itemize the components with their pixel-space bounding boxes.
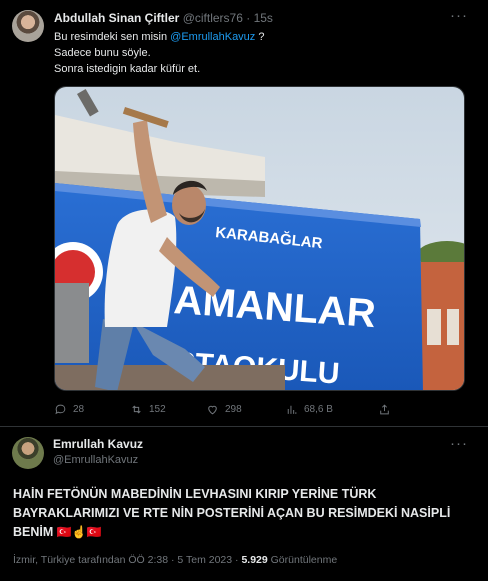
tweet-text: HAİN FETÖNÜN MABEDİNİN LEVHASINI KIRIP Y… bbox=[13, 485, 477, 542]
retweet-button[interactable]: 152 bbox=[130, 400, 166, 418]
retweet-count: 152 bbox=[149, 403, 166, 415]
views-label: Görüntülenme bbox=[270, 554, 338, 566]
photo-illustration: KARABAĞLAR AMANLAR RTAOKULU bbox=[55, 87, 464, 390]
views-count: 5.929 bbox=[241, 554, 268, 566]
tweet-line-1: Bu resimdeki sen misin @EmrullahKavuz ? bbox=[54, 29, 434, 45]
reply-button[interactable]: 28 bbox=[54, 400, 84, 418]
quoted-tweet[interactable]: Abdullah Sinan Çiftler @ciftlers76 · 15s… bbox=[0, 0, 488, 426]
tweet-line-2: Sadece bunu söyle. bbox=[54, 47, 151, 59]
meta-separator: · bbox=[235, 554, 239, 566]
heart-icon bbox=[208, 405, 217, 414]
text-prefix: Bu resimdeki sen misin bbox=[54, 31, 171, 43]
tweet-text: Bu resimdeki sen misin @EmrullahKavuz ? … bbox=[54, 29, 434, 77]
meta-separator: · bbox=[170, 554, 175, 566]
author-handle[interactable]: @EmrullahKavuz bbox=[53, 454, 138, 466]
author-handle[interactable]: @ciftlers76 bbox=[183, 11, 243, 25]
author-name[interactable]: Emrullah Kavuz bbox=[53, 437, 143, 451]
views-button[interactable]: 68,6 B bbox=[285, 400, 333, 418]
tweet-divider bbox=[0, 426, 488, 427]
more-options-icon[interactable]: ··· bbox=[447, 6, 471, 26]
tweet-photo[interactable]: KARABAĞLAR AMANLAR RTAOKULU bbox=[54, 86, 465, 391]
tweet-line-3: Sonra istedigin kadar küfür et. bbox=[54, 63, 201, 75]
flag-emojis: 🇹🇷☝️🇹🇷 bbox=[56, 525, 102, 539]
more-options-icon[interactable]: ··· bbox=[447, 434, 471, 454]
author-name[interactable]: Abdullah Sinan Çiftler bbox=[54, 11, 179, 25]
tweet-date[interactable]: 5 Tem 2023 bbox=[177, 554, 232, 566]
reply-count: 28 bbox=[73, 403, 85, 415]
separator: · bbox=[246, 11, 251, 25]
text-suffix: ? bbox=[255, 31, 265, 43]
tweet-time[interactable]: ÖÖ 2:38 bbox=[128, 554, 168, 566]
retweet-icon bbox=[132, 405, 141, 413]
like-count: 298 bbox=[225, 403, 242, 415]
tweet-meta: İzmir, Türkiye tarafından ÖÖ 2:38 · 5 Te… bbox=[13, 554, 483, 566]
like-button[interactable]: 298 bbox=[206, 400, 242, 418]
share-button[interactable] bbox=[378, 400, 391, 418]
timestamp[interactable]: 15s bbox=[254, 11, 273, 25]
location: İzmir, Türkiye tarafından bbox=[13, 554, 126, 566]
avatar[interactable] bbox=[12, 10, 44, 42]
view-count: 68,6 B bbox=[304, 403, 333, 415]
reply-icon bbox=[55, 404, 66, 414]
avatar[interactable] bbox=[12, 437, 44, 469]
tweet-actions: 28 152 298 68,6 B bbox=[54, 400, 465, 418]
twitter-thread: Abdullah Sinan Çiftler @ciftlers76 · 15s… bbox=[0, 0, 488, 581]
share-icon bbox=[380, 403, 389, 414]
mention-link[interactable]: @EmrullahKavuz bbox=[170, 31, 255, 43]
analytics-icon bbox=[287, 405, 297, 414]
tweet-header: Abdullah Sinan Çiftler @ciftlers76 · 15s bbox=[54, 11, 448, 25]
